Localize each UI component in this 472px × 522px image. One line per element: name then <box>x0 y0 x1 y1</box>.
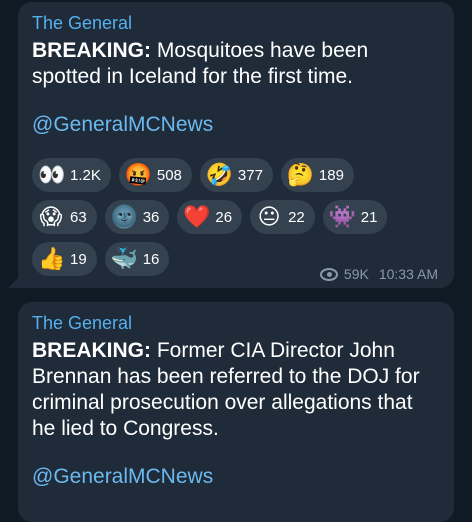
message-bubble[interactable]: The General BREAKING: Mosquitoes have be… <box>18 2 454 288</box>
reaction-count: 21 <box>360 208 378 226</box>
reaction-count: 19 <box>70 250 87 268</box>
views-eye-icon <box>319 267 338 281</box>
reaction-count: 1.2K <box>70 166 101 184</box>
reaction-row: 😱 63 🌚 36 ❤️ 26 😐 22 👾 21 <box>32 200 440 234</box>
reaction-count: 16 <box>142 250 160 268</box>
reaction-chip[interactable]: 👍 19 <box>32 242 97 276</box>
whale-icon: 🐳 <box>110 246 139 271</box>
reaction-chip[interactable]: 🤬 508 <box>118 158 192 192</box>
thinking-face-icon: 🤔 <box>286 162 315 187</box>
views-count: 59K <box>343 266 369 282</box>
breaking-label: BREAKING: <box>32 339 151 362</box>
reaction-row: 👀 1.2K 🤬 508 🤣 377 🤔 189 <box>32 158 440 192</box>
reaction-chip[interactable]: 😐 22 <box>250 200 315 234</box>
message-text: BREAKING: Mosquitoes have been spotted i… <box>32 38 440 90</box>
reaction-chip[interactable]: 😱 63 <box>32 200 97 234</box>
reaction-count: 189 <box>318 166 344 184</box>
reaction-count: 63 <box>70 208 87 226</box>
sender-name[interactable]: The General <box>32 312 440 334</box>
screaming-face-icon: 😱 <box>39 204 63 229</box>
reaction-count: 22 <box>288 208 305 226</box>
rofl-icon: 🤣 <box>205 162 234 187</box>
heart-icon: ❤️ <box>183 204 211 229</box>
reaction-chip[interactable]: ❤️ 26 <box>177 200 243 234</box>
reaction-count: 508 <box>156 166 182 184</box>
reaction-count: 26 <box>215 208 233 226</box>
channel-link[interactable]: @GeneralMCNews <box>32 112 440 138</box>
reaction-chip[interactable]: 🌚 36 <box>104 200 170 234</box>
message-text: BREAKING: Former CIA Director John Brenn… <box>32 338 440 442</box>
message-bubble[interactable]: The General BREAKING: Former CIA Directo… <box>18 302 454 522</box>
sender-name[interactable]: The General <box>32 12 440 34</box>
reaction-chip[interactable]: 👾 21 <box>322 200 388 234</box>
reaction-chip[interactable]: 🤔 189 <box>280 158 354 192</box>
breaking-label: BREAKING: <box>32 39 151 62</box>
eyes-icon: 👀 <box>38 162 66 187</box>
neutral-face-icon: 😐 <box>257 204 281 229</box>
channel-link[interactable]: @GeneralMCNews <box>32 464 440 490</box>
cursing-face-icon: 🤬 <box>124 162 153 187</box>
thumbs-up-icon: 👍 <box>38 246 66 271</box>
timestamp: 10:33 AM <box>378 266 438 282</box>
message-meta: 59K 10:33 AM <box>319 266 438 282</box>
alien-monster-icon: 👾 <box>328 204 357 229</box>
reaction-count: 377 <box>237 166 263 184</box>
reaction-chip[interactable]: 🤣 377 <box>199 158 273 192</box>
new-moon-face-icon: 🌚 <box>110 204 139 229</box>
reaction-chip[interactable]: 👀 1.2K <box>32 158 111 192</box>
reaction-count: 36 <box>142 208 160 226</box>
reaction-chip[interactable]: 🐳 16 <box>104 242 170 276</box>
